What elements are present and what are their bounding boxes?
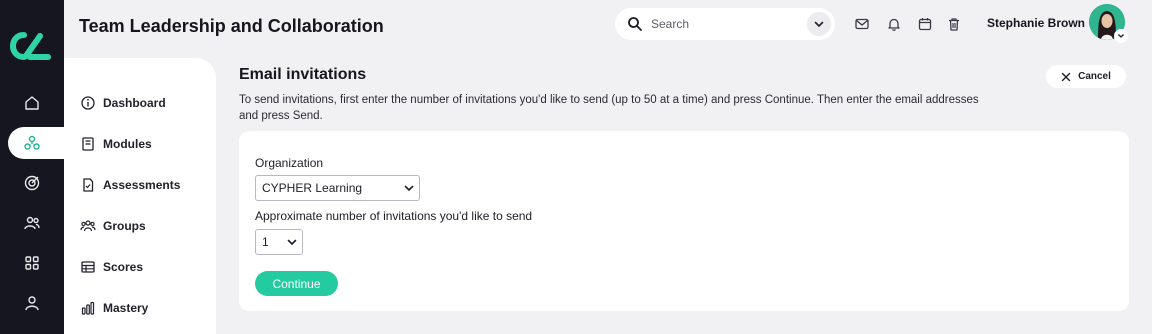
sidebar-item-dashboard[interactable]: Dashboard (80, 93, 166, 113)
target-icon (24, 175, 40, 191)
network-icon (24, 135, 40, 150)
continue-label: Continue (272, 276, 321, 291)
sidebar-item-assessments[interactable]: Assessments (80, 175, 180, 195)
chevron-down-icon (814, 21, 824, 28)
continue-button[interactable]: Continue (255, 271, 338, 296)
book-icon (82, 137, 94, 151)
bell-icon[interactable] (886, 16, 902, 32)
invitation-form-card: Organization CYPHER Learning Approximate… (239, 131, 1129, 311)
cancel-label: Cancel (1078, 71, 1111, 82)
calendar-icon[interactable] (917, 16, 933, 32)
close-icon (1061, 72, 1071, 81)
organization-label: Organization (255, 156, 324, 170)
organization-select-value: CYPHER Learning (262, 181, 363, 195)
instructions-text: To send invitations, first enter the num… (239, 94, 979, 122)
search-scope-toggle[interactable] (807, 12, 831, 36)
sidebar-item-label: Scores (103, 260, 144, 274)
course-sidebar: Dashboard Modules Assessments Groups Sco… (64, 58, 216, 334)
groups-icon (80, 220, 96, 232)
chevron-down-icon (1118, 34, 1124, 38)
rail-network[interactable] (8, 127, 72, 159)
search-bar[interactable]: Search (615, 8, 835, 40)
invitation-count-select[interactable]: 1 (255, 229, 303, 255)
app-logo[interactable] (10, 30, 52, 62)
search-input[interactable]: Search (651, 17, 689, 31)
account-menu-toggle[interactable] (1114, 29, 1128, 43)
home-icon (25, 96, 39, 110)
sidebar-item-label: Groups (103, 219, 146, 233)
sidebar-item-label: Modules (103, 137, 152, 151)
chevron-down-icon (287, 239, 297, 246)
organization-select[interactable]: CYPHER Learning (255, 175, 420, 201)
invitation-count-label: Approximate number of invitations you'd … (255, 209, 533, 223)
grid-icon (25, 256, 39, 270)
search-icon (628, 17, 642, 31)
people-icon (24, 216, 40, 230)
rail-user[interactable] (8, 287, 56, 319)
invitation-count-value: 1 (262, 235, 269, 249)
sidebar-item-modules[interactable]: Modules (80, 134, 152, 154)
chevron-down-icon (404, 185, 414, 192)
user-name[interactable]: Stephanie Brown (987, 16, 1085, 30)
user-icon (25, 296, 39, 311)
bar-chart-icon (81, 301, 95, 315)
mail-icon[interactable] (854, 16, 870, 32)
trash-icon[interactable] (946, 16, 962, 32)
sidebar-item-label: Mastery (103, 301, 149, 315)
sidebar-item-scores[interactable]: Scores (80, 257, 143, 277)
document-icon (83, 178, 94, 192)
rail-grid[interactable] (8, 247, 56, 279)
cancel-button[interactable]: Cancel (1046, 65, 1126, 88)
sidebar-item-label: Assessments (103, 178, 181, 192)
app-rail (0, 0, 72, 334)
rail-people[interactable] (8, 207, 56, 239)
table-icon (81, 261, 95, 273)
app-title: Team Leadership and Collaboration (79, 16, 384, 36)
sidebar-item-mastery[interactable]: Mastery (80, 298, 148, 318)
page-title: Email invitations (239, 66, 367, 83)
info-icon (81, 96, 95, 110)
rail-home[interactable] (8, 87, 56, 119)
sidebar-item-label: Dashboard (103, 96, 166, 110)
rail-target[interactable] (8, 167, 56, 199)
sidebar-item-groups[interactable]: Groups (80, 216, 146, 236)
